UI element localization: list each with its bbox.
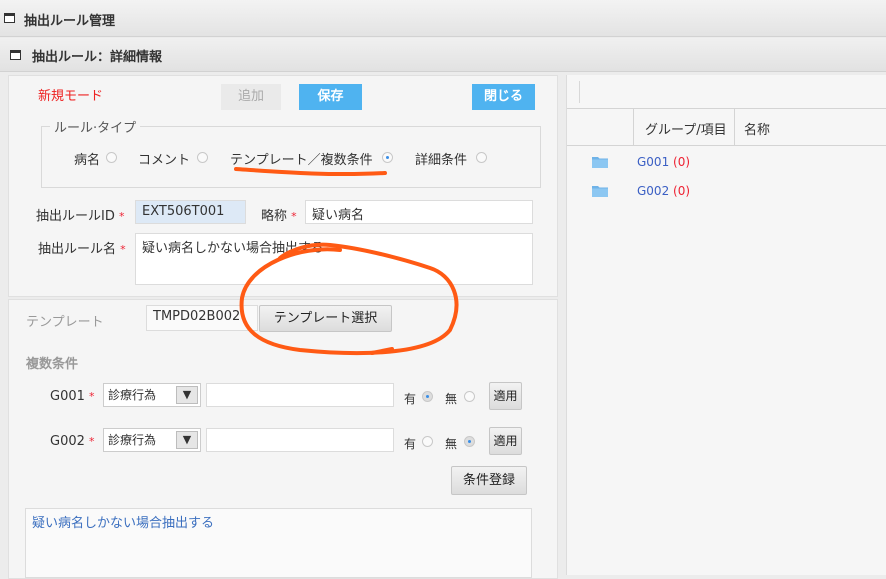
rule-type-option-label: 詳細条件 (415, 153, 468, 168)
sub-header: 抽出ルール：詳細情報 (0, 38, 886, 72)
tree-column-name: 名称 (744, 123, 771, 138)
rule-type-option-label: テンプレート／複数条件 (230, 153, 373, 168)
rule-type-radio-template[interactable] (382, 152, 393, 163)
condition-value-field[interactable] (206, 383, 394, 407)
yes-label: 有 (404, 392, 417, 406)
rule-detail-panel: 新規モード 追加 保存 閉じる ルール·タイプ 病名 コメント テンプレート／複… (8, 75, 558, 297)
abbrev-label: 略称 * (261, 209, 297, 224)
condition-type-select[interactable]: 診療行為 ▼ (103, 383, 201, 407)
rule-type-radio-byomei[interactable] (106, 152, 117, 163)
register-condition-button[interactable]: 条件登録 (451, 466, 527, 495)
condition-yes-radio[interactable] (422, 391, 433, 402)
rule-type-group: ルール·タイプ 病名 コメント テンプレート／複数条件 詳細条件 (41, 117, 541, 188)
chevron-down-icon: ▼ (176, 386, 198, 404)
rule-id-field[interactable]: EXT506T001 (135, 200, 246, 224)
apply-button[interactable]: 適用 (489, 427, 522, 455)
multi-condition-label: 複数条件 (26, 357, 79, 372)
condition-yes-radio[interactable] (422, 436, 433, 447)
description-field[interactable]: 疑い病名しかない場合抽出する (25, 508, 532, 578)
chevron-down-icon: ▼ (176, 431, 198, 449)
rule-type-option-label: 病名 (74, 153, 101, 168)
subheader-title: 抽出ルール：詳細情報 (32, 50, 163, 65)
condition-no-radio[interactable] (464, 436, 475, 447)
yes-label: 有 (404, 437, 417, 451)
save-button[interactable]: 保存 (299, 84, 362, 110)
group-tree-panel: グループ/項目 名称 G001 (0) G002 (0) (566, 75, 886, 575)
abbrev-field[interactable]: 疑い病名 (305, 200, 533, 224)
folder-icon (592, 186, 608, 197)
no-label: 無 (445, 392, 458, 406)
tree-column-group: グループ/項目 (645, 123, 727, 138)
tree-toolbar-divider (579, 81, 580, 103)
template-label: テンプレート (26, 315, 104, 330)
window-icon (4, 13, 15, 23)
window-title: 抽出ルール管理 (24, 14, 116, 29)
rule-id-label: 抽出ルールID * (36, 209, 125, 224)
apply-button[interactable]: 適用 (489, 382, 522, 410)
condition-type-select[interactable]: 診療行為 ▼ (103, 428, 201, 452)
condition-no-radio[interactable] (464, 391, 475, 402)
condition-value-field[interactable] (206, 428, 394, 452)
close-button[interactable]: 閉じる (472, 84, 535, 110)
tree-item-label: G001 (0) (637, 155, 691, 169)
template-select-button[interactable]: テンプレート選択 (259, 305, 392, 332)
mode-label: 新規モード (38, 89, 104, 104)
title-bar: 抽出ルール管理 (0, 0, 886, 37)
rule-type-legend: ルール·タイプ (50, 117, 141, 136)
template-panel: テンプレート TMPD02B002 テンプレート選択 複数条件 G001 * 診… (8, 299, 558, 579)
rule-type-option-label: コメント (138, 153, 191, 168)
tree-header-divider (633, 109, 634, 145)
rule-type-radio-comment[interactable] (197, 152, 208, 163)
tree-header-divider (734, 109, 735, 145)
rule-type-radio-detail[interactable] (476, 152, 487, 163)
rule-name-label: 抽出ルール名 * (38, 242, 126, 257)
window-icon (10, 50, 21, 60)
no-label: 無 (445, 437, 458, 451)
folder-icon (592, 157, 608, 168)
add-button[interactable]: 追加 (221, 84, 281, 110)
condition-group-label: G001 * (50, 389, 95, 404)
tree-header: グループ/項目 名称 (567, 108, 886, 146)
condition-group-label: G002 * (50, 434, 95, 449)
tree-item[interactable]: G002 (0) (567, 180, 886, 204)
rule-name-field[interactable]: 疑い病名しかない場合抽出する (135, 233, 533, 285)
template-id-field[interactable]: TMPD02B002 (146, 305, 258, 331)
tree-item-label: G002 (0) (637, 184, 691, 198)
tree-item[interactable]: G001 (0) (567, 151, 886, 175)
